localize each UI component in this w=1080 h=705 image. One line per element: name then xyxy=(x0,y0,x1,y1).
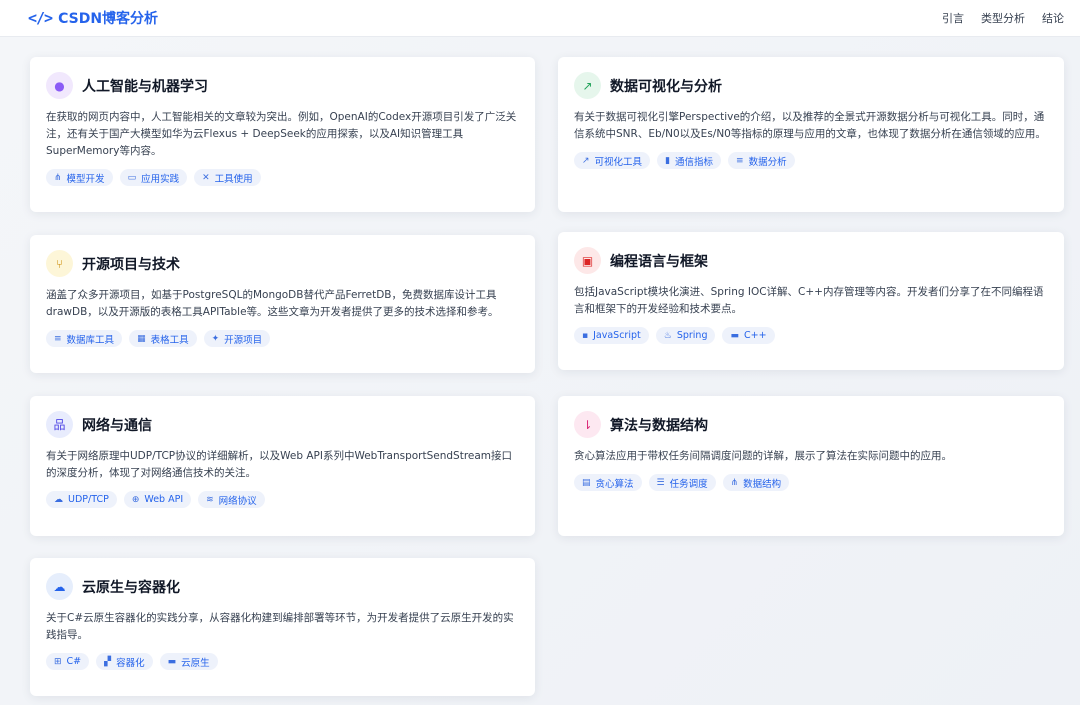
tag[interactable]: ▦ 表格工具 xyxy=(129,330,197,347)
card-title: 开源项目与技术 xyxy=(82,256,180,273)
tag-list: ⋔ 模型开发 ▭ 应用实践 ✕ 工具使用 xyxy=(46,169,519,186)
tag-list: ≡ 数据库工具 ▦ 表格工具 ✦ 开源项目 xyxy=(46,330,519,347)
signal-icon: ▮ xyxy=(665,155,671,166)
calculator-icon: ▤ xyxy=(582,477,591,488)
list-icon: ☰ xyxy=(656,477,665,488)
top-navbar: </> CSDN博客分析 引言 类型分析 结论 xyxy=(0,0,1080,37)
category-card: ☁ 云原生与容器化 关于C#云原生容器化的实践分享，从容器化构建到编排部署等环节… xyxy=(30,558,535,696)
category-card: ⑂ 开源项目与技术 涵盖了众多开源项目，如基于PostgreSQL的MongoD… xyxy=(30,235,535,373)
tag-list: ⊞ C# ▞ 容器化 ▬ 云原生 xyxy=(46,653,519,670)
sitemap-icon: 品 xyxy=(46,411,73,438)
tools-icon: ✕ xyxy=(202,172,210,183)
nav-menu: 引言 类型分析 结论 xyxy=(942,10,1064,26)
card-title: 算法与数据结构 xyxy=(610,417,708,434)
code-icon: ▣ xyxy=(574,247,601,274)
category-card: ↗ 数据可视化与分析 有关于数据可视化引擎Perspective的介绍，以及推荐… xyxy=(558,57,1064,212)
tag-list: ↗ 可视化工具 ▮ 通信指标 ≡ 数据分析 xyxy=(574,152,1048,169)
server-icon: ▬ xyxy=(167,656,177,667)
tag[interactable]: ♨ Spring xyxy=(655,327,716,344)
nav-item-conclusion[interactable]: 结论 xyxy=(1042,10,1064,26)
card-title: 数据可视化与分析 xyxy=(610,78,722,95)
tag[interactable]: ≡ 数据分析 xyxy=(728,152,795,169)
tag[interactable]: ▞ 容器化 xyxy=(96,653,153,670)
card-description: 包括JavaScript模块化演进、Spring IOC详解、C++内存管理等内… xyxy=(574,286,1044,315)
laptop-icon: ▭ xyxy=(127,172,137,183)
tag-list: ☁ UDP/TCP ⊕ Web API ≋ 网络协议 xyxy=(46,491,519,508)
nav-item-intro[interactable]: 引言 xyxy=(942,10,964,26)
card-description: 在获取的网页内容中，人工智能相关的文章较为突出。例如，OpenAI的Codex开… xyxy=(46,111,517,157)
tag[interactable]: ▪ JavaScript xyxy=(574,327,649,344)
tag[interactable]: ✦ 开源项目 xyxy=(203,330,271,347)
tag[interactable]: ⊞ C# xyxy=(46,653,90,670)
sort-icon: ⇂ xyxy=(574,411,601,438)
card-description: 有关于网络原理中UDP/TCP协议的详细解析，以及Web API系列中WebTr… xyxy=(46,450,513,479)
brand-logo[interactable]: </> CSDN博客分析 xyxy=(28,8,158,28)
tag[interactable]: ⋔ 模型开发 xyxy=(46,169,113,186)
card-title: 网络与通信 xyxy=(82,417,152,434)
tag[interactable]: ⊕ Web API xyxy=(123,491,192,508)
tag[interactable]: ▤ 贪心算法 xyxy=(574,474,642,491)
line-chart-icon: ↗ xyxy=(582,155,590,166)
tag[interactable]: ▬ C++ xyxy=(722,327,775,344)
card-description: 有关于数据可视化引擎Perspective的介绍，以及推荐的全景式开源数据分析与… xyxy=(574,111,1046,140)
tag[interactable]: ✕ 工具使用 xyxy=(194,169,261,186)
card-title: 云原生与容器化 xyxy=(82,579,180,596)
category-card: ⇂ 算法与数据结构 贪心算法应用于带权任务间隔调度问题的详解，展示了算法在实际问… xyxy=(558,396,1064,536)
brain-icon: ● xyxy=(46,72,73,99)
tag[interactable]: ≋ 网络协议 xyxy=(198,491,265,508)
tag[interactable]: ▬ 云原生 xyxy=(159,653,218,670)
tag[interactable]: ≡ 数据库工具 xyxy=(46,330,123,347)
code-icon: </> xyxy=(28,9,53,27)
tag-list: ▪ JavaScript ♨ Spring ▬ C++ xyxy=(574,327,1048,344)
cloud-icon: ☁ xyxy=(46,573,73,600)
chart-line-icon: ↗ xyxy=(574,72,601,99)
tag[interactable]: ☰ 任务调度 xyxy=(648,474,716,491)
category-card: 品 网络与通信 有关于网络原理中UDP/TCP协议的详细解析，以及Web API… xyxy=(30,396,535,536)
handshake-icon: ✦ xyxy=(211,333,220,344)
tag[interactable]: ▭ 应用实践 xyxy=(119,169,188,186)
database-icon: ≡ xyxy=(54,333,62,344)
network-icon: ⋔ xyxy=(54,172,62,183)
branch-icon: ⑂ xyxy=(46,250,73,277)
boxes-icon: ▞ xyxy=(104,656,112,667)
tag[interactable]: ☁ UDP/TCP xyxy=(46,491,117,508)
card-title: 人工智能与机器学习 xyxy=(82,78,208,95)
card-description: 贪心算法应用于带权任务间隔调度问题的详解，展示了算法在实际问题中的应用。 xyxy=(574,450,952,462)
tag-list: ▤ 贪心算法 ☰ 任务调度 ⋔ 数据结构 xyxy=(574,474,1048,491)
nav-item-type-analysis[interactable]: 类型分析 xyxy=(981,10,1025,26)
database-icon: ≡ xyxy=(736,155,744,166)
category-card: ▣ 编程语言与框架 包括JavaScript模块化演进、Spring IOC详解… xyxy=(558,232,1064,370)
leaf-icon: ♨ xyxy=(663,330,672,341)
tag[interactable]: ▮ 通信指标 xyxy=(657,152,722,169)
card-title: 编程语言与框架 xyxy=(610,253,708,270)
cloud-icon: ☁ xyxy=(54,494,63,505)
brand-title: CSDN博客分析 xyxy=(58,11,159,27)
category-grid: ● 人工智能与机器学习 在获取的网页内容中，人工智能相关的文章较为突出。例如，O… xyxy=(0,37,1080,705)
wifi-icon: ≋ xyxy=(206,494,214,505)
card-description: 涵盖了众多开源项目，如基于PostgreSQL的MongoDB替代产品Ferre… xyxy=(46,289,499,318)
windows-icon: ⊞ xyxy=(54,656,62,667)
tag[interactable]: ⋔ 数据结构 xyxy=(722,474,790,491)
js-icon: ▪ xyxy=(582,330,589,341)
card-description: 关于C#云原生容器化的实践分享，从容器化构建到编排部署等环节，为开发者提供了云原… xyxy=(46,612,514,641)
globe-icon: ⊕ xyxy=(131,494,140,505)
table-icon: ▦ xyxy=(137,333,146,344)
category-card: ● 人工智能与机器学习 在获取的网页内容中，人工智能相关的文章较为突出。例如，O… xyxy=(30,57,535,212)
network-icon: ⋔ xyxy=(730,477,739,488)
cpp-icon: ▬ xyxy=(730,330,739,341)
tag[interactable]: ↗ 可视化工具 xyxy=(574,152,651,169)
